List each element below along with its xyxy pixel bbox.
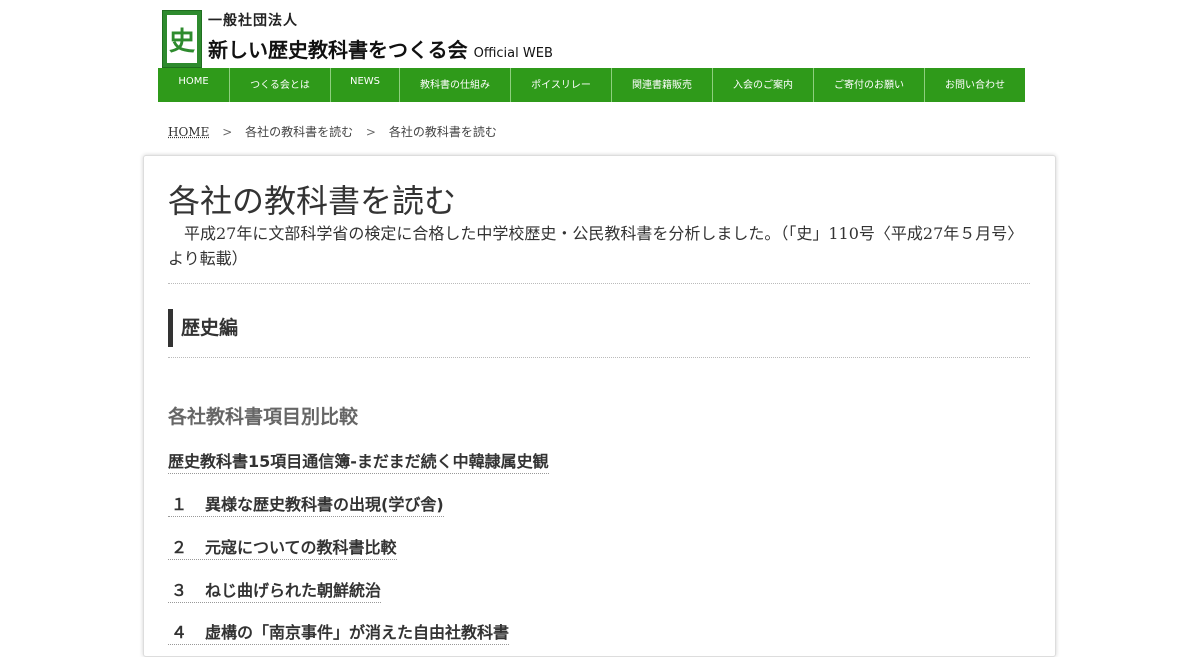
nav-news[interactable]: NEWS xyxy=(331,68,400,102)
nav-home[interactable]: HOME xyxy=(158,68,230,102)
article-number: ２ xyxy=(171,538,188,557)
breadcrumb-separator: > xyxy=(222,125,233,139)
divider xyxy=(168,283,1030,284)
article-link[interactable]: １ 異様な歴史教科書の出現(学び舎) xyxy=(168,491,444,517)
site-header: 史 一般社団法人 新しい歴史教科書をつくる会 Official WEB xyxy=(162,10,562,68)
nav-books[interactable]: 関連書籍販売 xyxy=(612,68,713,102)
nav-voice-relay[interactable]: ポイスリレー xyxy=(511,68,612,102)
nav-membership[interactable]: 入会のご案内 xyxy=(713,68,814,102)
nav-about[interactable]: つくる会とは xyxy=(230,68,331,102)
article-link[interactable]: ２ 元寇についての教科書比較 xyxy=(168,534,397,560)
article-link-text: 異様な歴史教科書の出現(学び舎) xyxy=(205,495,444,514)
article-link-text: 虚構の「南京事件」が消えた自由社教科書 xyxy=(205,623,510,642)
article-number: ４ xyxy=(171,623,188,642)
site-title[interactable]: 新しい歴史教科書をつくる会 Official WEB xyxy=(208,34,553,63)
breadcrumb-parent[interactable]: 各社の教科書を読む xyxy=(245,125,353,139)
section-heading: 歴史編 xyxy=(168,309,238,347)
logo-glyph: 史 xyxy=(168,26,195,57)
article-link-text: ねじ曲げられた朝鮮統治 xyxy=(205,581,382,600)
article-link[interactable]: 歴史教科書15項目通信簿-まだまだ続く中韓隷属史観 xyxy=(168,448,549,474)
article-number: ３ xyxy=(171,581,188,600)
org-name: 新しい歴史教科書をつくる会 xyxy=(208,38,468,62)
nav-textbook-system[interactable]: 教科書の仕組み xyxy=(400,68,511,102)
subheading: 各社教科書項目別比較 xyxy=(168,406,359,428)
breadcrumb-home[interactable]: HOME xyxy=(168,125,209,139)
article-link[interactable]: ４ 虚構の「南京事件」が消えた自由社教科書 xyxy=(168,619,510,645)
nav-contact[interactable]: お問い合わせ xyxy=(925,68,1025,102)
breadcrumb-current: 各社の教科書を読む xyxy=(388,125,497,139)
official-web-label: Official WEB xyxy=(473,46,553,61)
article-link[interactable]: ３ ねじ曲げられた朝鮮統治 xyxy=(168,577,382,603)
site-logo[interactable]: 史 xyxy=(162,10,202,68)
breadcrumb: HOME > 各社の教科書を読む > 各社の教科書を読む xyxy=(168,123,497,140)
article-number: １ xyxy=(171,495,188,514)
org-type-label: 一般社団法人 xyxy=(208,13,298,29)
divider xyxy=(168,357,1030,358)
main-nav: HOME つくる会とは NEWS 教科書の仕組み ポイスリレー 関連書籍販売 入… xyxy=(158,68,1025,102)
article-link-text: 歴史教科書15項目通信簿-まだまだ続く中韓隷属史観 xyxy=(168,452,549,471)
article-link-text: 元寇についての教科書比較 xyxy=(205,538,397,557)
nav-donation[interactable]: ご寄付のお願い xyxy=(814,68,925,102)
content-panel: 各社の教科書を読む 平成27年に文部科学省の検定に合格した中学校歴史・公民教科書… xyxy=(143,155,1056,657)
breadcrumb-separator: > xyxy=(365,125,376,139)
page-title: 各社の教科書を読む xyxy=(168,182,457,220)
lead-text: 平成27年に文部科学省の検定に合格した中学校歴史・公民教科書を分析しました。（「… xyxy=(168,224,1024,268)
